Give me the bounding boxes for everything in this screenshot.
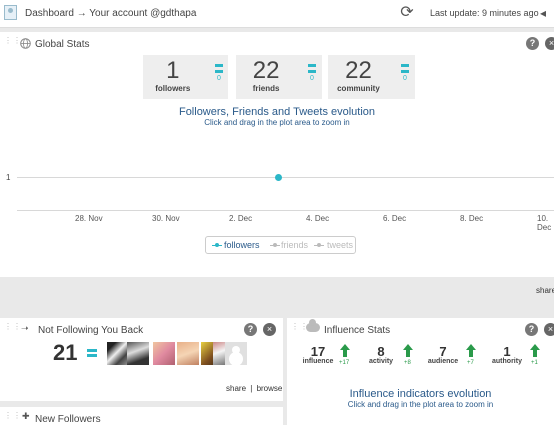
stat-value: 1 <box>503 344 511 359</box>
up-arrow-icon <box>403 344 413 358</box>
x-tick-label: 6. Dec <box>383 214 407 223</box>
help-icon[interactable]: ? <box>525 323 538 336</box>
close-icon[interactable]: × <box>544 323 554 336</box>
legend-marker <box>314 243 324 247</box>
x-tick-label: 2. Dec <box>229 214 253 223</box>
equal-icon <box>401 64 409 73</box>
close-icon[interactable]: × <box>263 323 276 336</box>
stat-delta: +1 <box>531 360 538 366</box>
drag-handle-icon[interactable]: ⋮⋮ <box>291 323 308 334</box>
help-icon[interactable]: ? <box>244 323 257 336</box>
drag-handle-icon[interactable]: ⋮⋮ <box>4 412 21 423</box>
stat-community: 22 community 0 <box>328 55 415 99</box>
global-stats-panel: ⋮⋮ Global Stats ? × 1 followers 0 22 fri… <box>0 32 554 277</box>
user-avatar[interactable] <box>153 342 175 365</box>
stat-label: audience <box>427 358 459 365</box>
drag-handle-icon[interactable]: ⋮⋮ <box>4 37 21 48</box>
user-avatar[interactable] <box>107 342 129 365</box>
up-arrow-icon <box>530 344 540 358</box>
panel-title: Influence Stats <box>324 325 391 336</box>
stat-delta: 0 <box>217 75 221 82</box>
panel-title: Not Following You Back <box>38 325 144 336</box>
close-icon[interactable]: × <box>545 37 554 50</box>
unfollow-icon: ➝ <box>21 323 29 333</box>
chart-title: Influence indicators evolution <box>349 388 492 400</box>
not-following-back-panel: ⋮⋮ ➝ Not Following You Back ? × 21 share… <box>0 318 283 401</box>
equal-icon <box>215 64 223 73</box>
stat-label: community <box>337 84 380 93</box>
new-followers-panel: ⋮⋮ ✚ New Followers <box>0 407 283 425</box>
chart-legend: followers friends tweets <box>205 236 356 254</box>
stat-value: 1 <box>166 57 180 84</box>
panel-title: Global Stats <box>35 39 90 50</box>
chart-subtitle: Click and drag in the plot area to zoom … <box>347 400 494 409</box>
account-avatar[interactable] <box>4 5 17 20</box>
equal-icon <box>87 349 97 357</box>
stat-delta: 0 <box>403 75 407 82</box>
drag-handle-icon[interactable]: ⋮⋮ <box>4 323 21 334</box>
gridline <box>17 177 554 178</box>
x-tick-label: 8. Dec <box>460 214 484 223</box>
legend-item-tweets[interactable]: tweets <box>327 240 353 250</box>
stat-label: activity <box>368 358 394 365</box>
share-link[interactable]: share <box>536 286 554 295</box>
globe-icon <box>20 38 31 49</box>
user-avatar[interactable] <box>213 342 225 365</box>
x-tick-label: 4. Dec <box>306 214 330 223</box>
y-tick-label: 1 <box>6 173 11 182</box>
up-arrow-icon <box>340 344 350 358</box>
influence-stats-panel: ⋮⋮ Influence Stats ? × 17 influence +17 … <box>287 318 554 425</box>
link-separator: | <box>250 384 253 393</box>
x-axis-line <box>17 210 554 211</box>
legend-item-friends[interactable]: friends <box>281 240 308 250</box>
stat-value: 22 <box>252 57 280 84</box>
cloud-icon <box>306 319 320 332</box>
top-bar: Dashboard → Your account @gdthapa ⟳ Last… <box>0 0 554 28</box>
x-tick-label: 10. Dec <box>537 214 552 232</box>
not-following-count: 21 <box>53 340 78 365</box>
default-avatar-icon[interactable] <box>225 342 247 365</box>
panel-title: New Followers <box>35 414 101 425</box>
stat-label: authority <box>492 358 522 365</box>
stat-delta: +17 <box>339 360 350 366</box>
refresh-icon[interactable]: ⟳ <box>398 4 416 22</box>
up-arrow-icon <box>466 344 476 358</box>
collapse-arrow-icon[interactable]: ◂ <box>540 6 546 20</box>
stat-delta: +8 <box>404 360 411 366</box>
user-avatar[interactable] <box>127 342 149 365</box>
stat-value: 17 <box>310 344 326 359</box>
legend-marker <box>212 243 222 247</box>
stat-label: influence <box>302 358 334 365</box>
stat-label: friends <box>252 84 280 93</box>
stat-label: followers <box>155 84 191 93</box>
browse-link[interactable]: browse <box>257 384 283 393</box>
evolution-chart[interactable]: 1 28. Nov 30. Nov 2. Dec 4. Dec 6. Dec 8. Dec… <box>0 152 554 232</box>
user-avatar[interactable] <box>177 342 199 365</box>
last-update-text: Last update: 9 minutes ago <box>430 8 539 18</box>
legend-item-followers[interactable]: followers <box>224 240 260 250</box>
new-follower-icon: ✚ <box>22 411 30 421</box>
stat-delta: +7 <box>467 360 474 366</box>
stat-friends: 22 friends 0 <box>236 55 322 99</box>
equal-icon <box>308 64 316 73</box>
stat-value: 22 <box>345 57 372 84</box>
stat-delta: 0 <box>310 75 314 82</box>
stat-value: 7 <box>439 344 447 359</box>
x-tick-label: 30. Nov <box>152 214 180 223</box>
stat-value: 8 <box>377 344 385 359</box>
chart-title: Followers, Friends and Tweets evolution <box>178 106 376 118</box>
legend-marker <box>270 243 280 247</box>
panel-links: share | browse <box>226 384 282 393</box>
x-tick-label: 28. Nov <box>75 214 103 223</box>
stat-followers: 1 followers 0 <box>143 55 228 99</box>
data-point-followers[interactable] <box>274 174 282 181</box>
help-icon[interactable]: ? <box>526 37 539 50</box>
chart-subtitle: Click and drag in the plot area to zoom … <box>204 118 350 127</box>
breadcrumb: Dashboard → Your account @gdthapa <box>25 8 197 19</box>
share-link[interactable]: share <box>226 384 246 393</box>
